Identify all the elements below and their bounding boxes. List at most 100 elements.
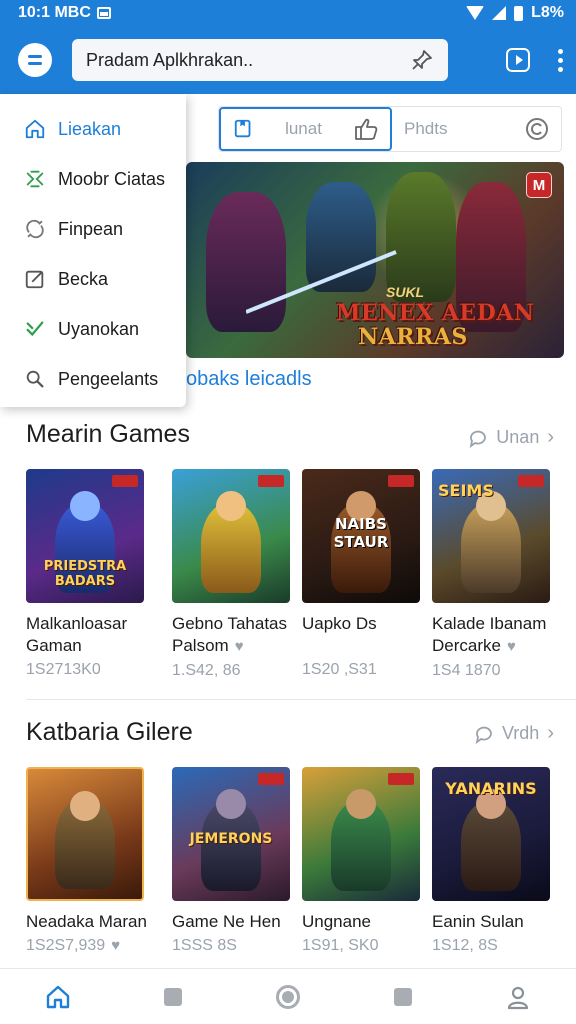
game-thumbnail: YANARINS [432, 767, 550, 901]
search-input[interactable] [86, 49, 386, 71]
game-title-line1: Kalade Ibanam [432, 614, 547, 633]
thumb-hero-head [216, 491, 246, 521]
thumb-tag [388, 475, 414, 487]
game-card[interactable]: Neadaka Maran 1S2S7,939 ♥ [26, 767, 150, 955]
bookmark-icon [234, 119, 251, 138]
featured-banner[interactable]: M SUKL MENEX AEDAN NARRAS [186, 162, 564, 358]
thumb-tag [112, 475, 138, 487]
game-title-line2: Dercarke [432, 636, 501, 655]
game-card[interactable]: JEMERONS Game Ne Hen 1SSS 8S [172, 767, 296, 955]
banner-title-line2: NARRAS [358, 324, 468, 350]
more-vert-icon[interactable] [556, 48, 564, 72]
thumb-hero-head [216, 789, 246, 819]
game-thumbnail [26, 767, 144, 901]
menu-icon-line [28, 55, 42, 58]
game-title: Ungnane [302, 912, 372, 931]
game-thumbnail: NAIBS STAUR [302, 469, 420, 603]
section2-more-link[interactable]: Vrdh › [474, 722, 554, 745]
sync-icon [26, 219, 44, 239]
status-right: L8% [466, 4, 564, 22]
game-title-line2: Palsom [172, 636, 229, 655]
game-card[interactable]: NAIBS STAUR Uapko Ds 1S20 ,S31 [302, 469, 426, 679]
drawer-item-moobr-ciatas[interactable]: Moobr Ciatas [0, 154, 186, 204]
drawer-item-label: Becka [58, 268, 109, 289]
nav-profile[interactable] [498, 977, 538, 1017]
heart-icon[interactable]: ♥ [235, 636, 244, 658]
tab-bar: lunat Phdts [218, 106, 562, 152]
status-left: 10:1 MBC [18, 4, 111, 22]
thumb-logo: JEMERONS [189, 831, 273, 847]
banner-title-line1: MENEX AEDAN [336, 300, 535, 326]
game-thumbnail: JEMERONS [172, 767, 290, 901]
chat-icon [475, 726, 492, 744]
game-title: Neadaka Maran [26, 912, 147, 931]
game-meta: 1S4 1870 [432, 662, 501, 679]
heart-icon[interactable]: ♥ [507, 636, 516, 658]
nav-circle[interactable] [268, 977, 308, 1017]
tab-phdts[interactable]: Phdts [392, 107, 561, 151]
tab-label: Phdts [404, 119, 448, 138]
thumb-tag [388, 773, 414, 785]
game-card[interactable]: Ungnane 1S91, SK0 [302, 767, 426, 955]
game-thumbnail: PRIEDSTRA BADARS [26, 469, 144, 603]
drawer-item-pengeelants[interactable]: Pengeelants [0, 354, 186, 404]
thumb-tag [258, 475, 284, 487]
section1-more-link[interactable]: Unan › [468, 426, 554, 449]
drawer-item-becka[interactable]: Becka [0, 254, 186, 304]
banner-caption[interactable]: obaks leicadls [186, 368, 312, 391]
game-title-line1: Gebno Tahatas [172, 614, 287, 633]
game-card[interactable]: Gebno Tahatas Palsom ♥ 1.S42, 86 [172, 469, 296, 680]
game-card[interactable]: PRIEDSTRA BADARS Malkanloasar Gaman 1S271… [26, 469, 150, 679]
thumb-logo: PRIEDSTRA BADARS [43, 559, 127, 589]
game-card[interactable]: SEIMS Kalade Ibanam Dercarke ♥ 1S4 1870 [432, 469, 556, 680]
section-divider [26, 699, 576, 700]
thumb-hero-head [346, 789, 376, 819]
drawer-item-lieakan[interactable]: Lieakan [0, 104, 186, 154]
game-thumbnail [302, 767, 420, 901]
thumb-icon [355, 118, 378, 140]
heart-icon[interactable]: ♥ [111, 937, 120, 954]
drawer-item-label: Uyanokan [58, 318, 140, 339]
thumb-logo: SEIMS [438, 481, 494, 500]
thumb-tag [258, 773, 284, 785]
status-time: 10:1 MBC [18, 4, 91, 21]
sd-card-icon [96, 7, 111, 19]
kebab-dot [557, 66, 563, 72]
banner-small-text: SUKL [386, 284, 425, 300]
battery-level: L8% [531, 4, 564, 21]
pin-icon[interactable] [410, 48, 434, 72]
edit-icon [25, 270, 44, 289]
section1-more-label: Unan [496, 427, 540, 447]
signal-icon [492, 6, 507, 20]
search-bar[interactable] [72, 39, 448, 81]
search-icon [26, 370, 44, 388]
battery-icon [514, 5, 524, 21]
circle-icon [275, 984, 300, 1009]
app-bar [0, 26, 576, 94]
section2-more-label: Vrdh [501, 723, 540, 743]
game-thumbnail [172, 469, 290, 603]
drawer-item-finpean[interactable]: Finpean [0, 204, 186, 254]
game-meta: 1S2S7,939 ♥ [26, 937, 150, 955]
nav-square-2[interactable] [383, 977, 423, 1017]
game-title: Uapko Ds [302, 614, 377, 633]
app-bar-actions [506, 48, 564, 72]
game-meta: 1SSS 8S [172, 937, 237, 954]
nav-home[interactable] [38, 977, 78, 1017]
profile-icon [508, 986, 529, 1009]
drawer-item-label: Moobr Ciatas [58, 168, 166, 189]
status-bar: 10:1 MBC L8% [0, 0, 576, 26]
game-title: Eanin Sulan [432, 912, 524, 931]
home-icon [25, 119, 45, 139]
drawer-item-uyanokan[interactable]: Uyanokan [0, 304, 186, 354]
tab-lunat[interactable]: lunat [219, 107, 392, 151]
check-icon [26, 321, 44, 337]
game-title: Game Ne Hen [172, 912, 281, 931]
menu-icon-line [28, 62, 42, 65]
game-card[interactable]: YANARINS Eanin Sulan 1S12, 8S [432, 767, 556, 955]
banner-badge: M [526, 172, 552, 198]
nav-square-1[interactable] [153, 977, 193, 1017]
play-icon[interactable] [506, 48, 530, 72]
menu-button[interactable] [18, 43, 52, 77]
chat-icon [469, 430, 487, 448]
